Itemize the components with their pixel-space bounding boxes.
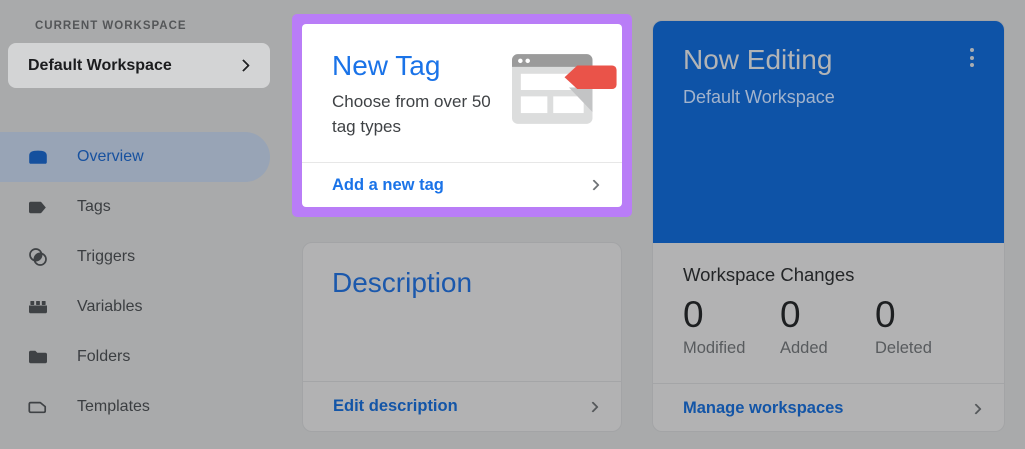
edit-description-row[interactable]: Edit description (303, 381, 621, 431)
chevron-right-icon (587, 400, 599, 413)
edit-description-link[interactable]: Edit description (333, 397, 458, 416)
now-editing-header-section: Now Editing Default Workspace (653, 21, 1004, 243)
new-tag-text-block: New Tag Choose from over 50 tag types (332, 42, 512, 162)
stat-label: Modified (683, 339, 746, 357)
new-tag-subtitle: Choose from over 50 tag types (332, 92, 491, 136)
stat-added: 0 Added (780, 293, 875, 358)
kebab-menu-icon[interactable] (966, 44, 978, 71)
manage-workspaces-link[interactable]: Manage workspaces (683, 399, 844, 418)
current-workspace-label: CURRENT WORKSPACE (35, 20, 187, 32)
chevron-right-icon (237, 59, 250, 72)
sidebar-item-overview[interactable]: Overview (0, 132, 270, 182)
sidebar-item-label: Templates (77, 398, 150, 415)
workspace-selector-label: Default Workspace (28, 56, 172, 74)
sidebar-item-label: Overview (77, 148, 144, 165)
manage-workspaces-row[interactable]: Manage workspaces (653, 383, 1004, 431)
chevron-right-icon (970, 402, 982, 415)
workspace-changes-section: Workspace Changes 0 Modified 0 Added 0 D… (653, 243, 1004, 431)
sidebar: CURRENT WORKSPACE Default Workspace Over… (0, 0, 290, 449)
tag-icon (27, 196, 49, 218)
stat-deleted: 0 Deleted (875, 293, 932, 358)
sidebar-item-label: Triggers (77, 248, 136, 265)
sidebar-item-label: Tags (77, 198, 111, 215)
add-new-tag-row[interactable]: Add a new tag (302, 162, 622, 207)
sidebar-item-templates[interactable]: Templates (0, 382, 290, 432)
workspace-selector-button[interactable]: Default Workspace (8, 43, 270, 88)
now-editing-card: Now Editing Default Workspace Workspace … (652, 20, 1005, 432)
description-title: Description (332, 267, 473, 298)
sidebar-item-variables[interactable]: Variables (0, 282, 290, 332)
triggers-icon (27, 246, 49, 268)
sidebar-item-label: Variables (77, 298, 143, 315)
sidebar-item-folders[interactable]: Folders (0, 332, 290, 382)
browser-window-with-red-tag-icon (512, 54, 617, 124)
overview-icon (27, 146, 49, 168)
new-tag-spotlight-frame: New Tag Choose from over 50 tag types Ad… (292, 14, 632, 217)
add-new-tag-link[interactable]: Add a new tag (332, 176, 444, 195)
new-tag-card-body: New Tag Choose from over 50 tag types (302, 24, 622, 162)
now-editing-workspace-name: Default Workspace (683, 87, 835, 107)
stat-label: Deleted (875, 339, 932, 357)
stat-value: 0 (683, 294, 704, 335)
workspace-changes-title: Workspace Changes (683, 264, 855, 285)
variables-icon (27, 296, 49, 318)
new-tag-card: New Tag Choose from over 50 tag types Ad… (302, 24, 622, 207)
new-tag-title: New Tag (332, 50, 441, 81)
folder-icon (27, 346, 49, 368)
workspace-changes-stats: 0 Modified 0 Added 0 Deleted (683, 293, 974, 358)
stat-modified: 0 Modified (683, 293, 780, 358)
sidebar-item-triggers[interactable]: Triggers (0, 232, 290, 282)
chevron-right-icon (588, 179, 600, 191)
stat-value: 0 (875, 294, 896, 335)
sidebar-item-tags[interactable]: Tags (0, 182, 290, 232)
now-editing-title: Now Editing (683, 44, 833, 75)
sidebar-nav: Overview Tags Triggers Variables Folders… (0, 132, 290, 432)
sidebar-item-label: Folders (77, 348, 131, 365)
stat-label: Added (780, 339, 828, 357)
description-card: Description Edit description (302, 242, 622, 432)
stat-value: 0 (780, 294, 801, 335)
template-icon (27, 396, 49, 418)
